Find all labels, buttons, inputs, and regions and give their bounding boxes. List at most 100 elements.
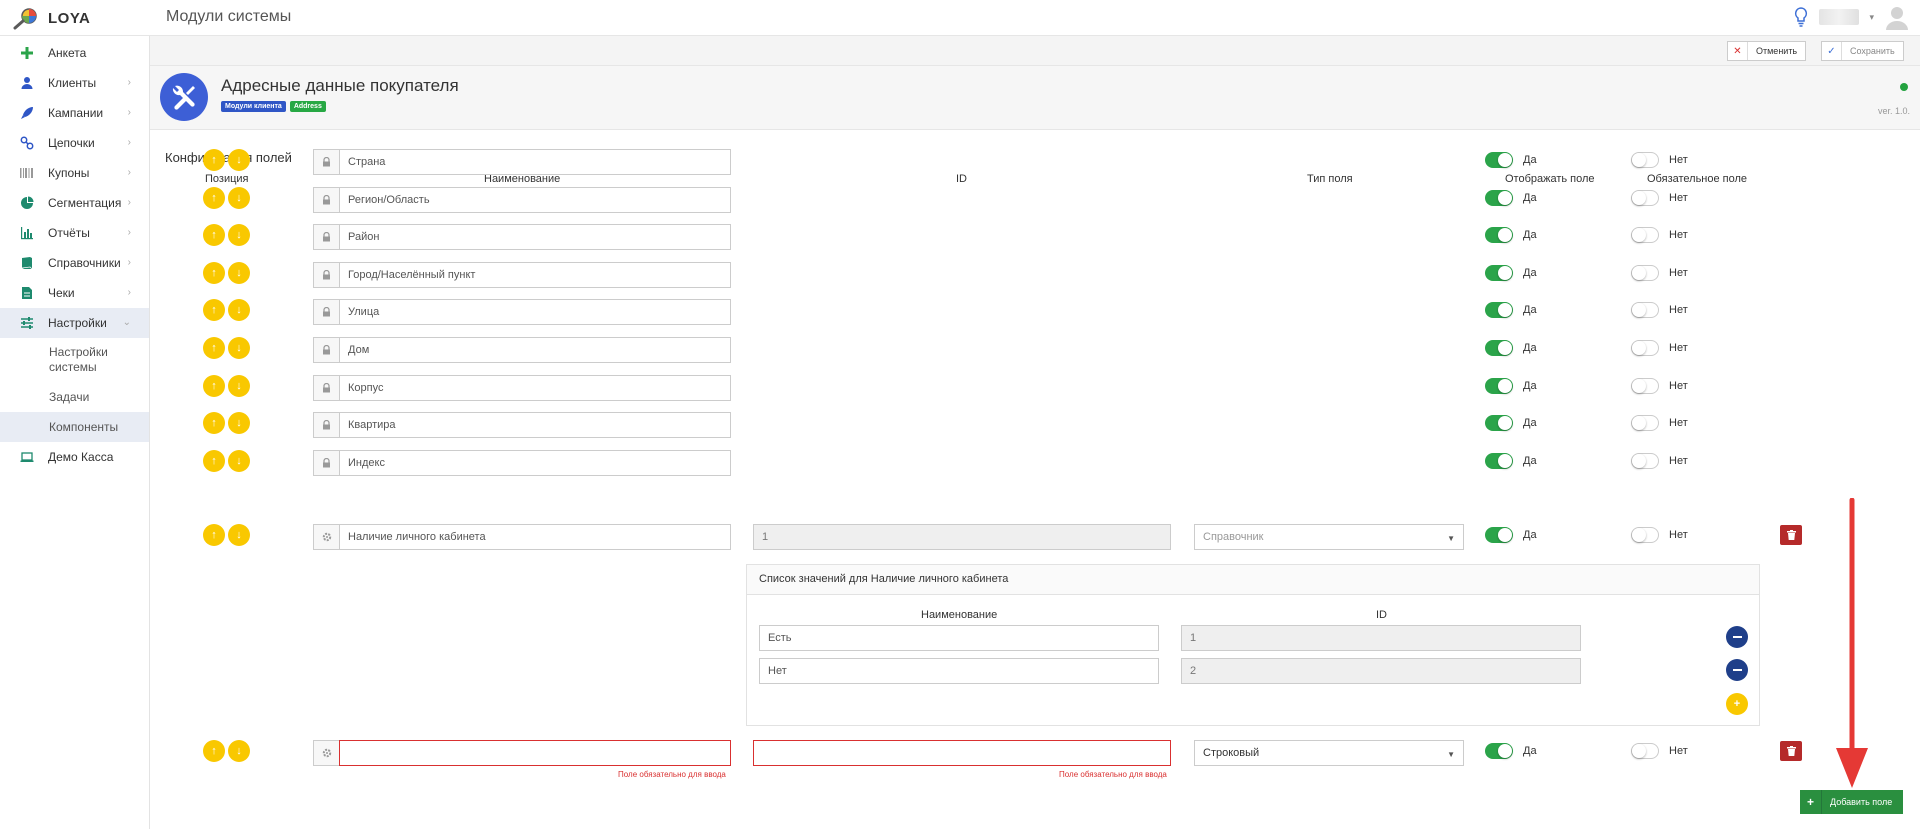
user-icon (20, 76, 34, 90)
move-up-button[interactable]: ↑ (203, 186, 225, 209)
sidebar-item-receipts[interactable]: Чеки › (0, 278, 149, 308)
display-toggle[interactable] (1485, 302, 1513, 319)
required-toggle[interactable] (1631, 452, 1659, 469)
field-name-input[interactable]: Район (339, 224, 731, 251)
new-field-type-select[interactable]: Строковый ▼ (1194, 740, 1464, 766)
position-buttons: ↑ ↓ (203, 337, 250, 359)
sidebar-item-coupons[interactable]: Купоны › (0, 158, 149, 188)
sidebar-subitem-components[interactable]: Компоненты (0, 412, 149, 442)
sidebar-item-directories[interactable]: Справочники › (0, 248, 149, 278)
lightbulb-icon[interactable] (1793, 6, 1809, 28)
required-toggle[interactable] (1631, 527, 1659, 543)
display-toggle[interactable] (1485, 189, 1513, 206)
sidebar-item-chains[interactable]: Цепочки › (0, 128, 149, 158)
move-up-button[interactable]: ↑ (203, 261, 225, 284)
field-name-input[interactable]: Страна (339, 149, 731, 175)
display-toggle[interactable] (1485, 415, 1513, 432)
add-field-button[interactable]: + Добавить поле (1800, 790, 1903, 814)
move-down-button[interactable]: ↓ (228, 449, 250, 472)
move-up-button[interactable]: ↑ (203, 524, 225, 546)
sidebar-item-label: Чеки (48, 286, 75, 300)
display-toggle[interactable] (1485, 264, 1513, 281)
new-field-id-input[interactable] (753, 740, 1171, 766)
sidebar-item-segmentation[interactable]: Сегментация › (0, 188, 149, 218)
move-down-button[interactable]: ↓ (228, 337, 250, 359)
move-down-button[interactable]: ↓ (228, 261, 250, 284)
new-field-name-input[interactable] (339, 740, 731, 766)
field-name-input[interactable]: Дом (339, 337, 731, 363)
display-toggle[interactable] (1485, 227, 1513, 244)
field-name-input[interactable]: Наличие личного кабинета (339, 524, 731, 550)
field-name-input[interactable]: Улица (339, 299, 731, 326)
remove-value-button[interactable] (1726, 659, 1748, 681)
logo[interactable]: LOYA (12, 6, 90, 30)
display-toggle[interactable] (1485, 340, 1513, 356)
field-name-group: Регион/Область (313, 186, 731, 213)
move-down-button[interactable]: ↓ (228, 224, 250, 247)
move-up-button[interactable]: ↑ (203, 299, 225, 322)
required-toggle[interactable] (1631, 302, 1659, 319)
user-name-blurred[interactable] (1819, 9, 1860, 25)
value-name-input[interactable]: Нет (759, 658, 1159, 684)
move-down-button[interactable]: ↓ (228, 186, 250, 209)
required-toggle[interactable] (1631, 264, 1659, 281)
field-name-input[interactable]: Город/Населённый пункт (339, 261, 731, 288)
field-name-input[interactable]: Квартира (339, 412, 731, 439)
move-up-button[interactable]: ↑ (203, 224, 225, 247)
move-up-button[interactable]: ↑ (203, 740, 225, 762)
sidebar-subitem-tasks[interactable]: Задачи (0, 382, 149, 412)
required-toggle[interactable] (1631, 743, 1659, 759)
move-down-button[interactable]: ↓ (228, 412, 250, 435)
sidebar-item-settings[interactable]: Настройки ⌄ (0, 308, 149, 338)
delete-field-button[interactable] (1780, 525, 1802, 545)
required-toggle[interactable] (1631, 227, 1659, 244)
move-down-button[interactable]: ↓ (228, 524, 250, 546)
field-name-input[interactable]: Индекс (339, 449, 731, 476)
move-down-button[interactable]: ↓ (228, 374, 250, 397)
move-down-button[interactable]: ↓ (228, 149, 250, 171)
sidebar-item-clients[interactable]: Клиенты › (0, 68, 149, 98)
display-toggle[interactable] (1485, 377, 1513, 394)
move-up-button[interactable]: ↑ (203, 337, 225, 359)
save-button[interactable]: ✓ Сохранить (1821, 41, 1904, 61)
required-toggle-label: Нет (1669, 454, 1688, 467)
display-toggle[interactable] (1485, 152, 1513, 168)
sidebar-item-anketa[interactable]: Анкета (0, 38, 149, 68)
move-down-button[interactable]: ↓ (228, 299, 250, 322)
required-toggle-label: Нет (1669, 342, 1688, 354)
move-down-button[interactable]: ↓ (228, 740, 250, 762)
sidebar-item-campaigns[interactable]: Кампании › (0, 98, 149, 128)
required-toggle[interactable] (1631, 189, 1659, 206)
display-toggle[interactable] (1485, 527, 1513, 543)
delete-field-button[interactable] (1780, 741, 1802, 761)
field-id-input[interactable]: 1 (753, 524, 1171, 550)
cancel-button[interactable]: ✕ Отменить (1727, 41, 1807, 61)
move-up-button[interactable]: ↑ (203, 149, 225, 171)
value-name-input[interactable]: Есть (759, 625, 1159, 651)
value-id-input[interactable]: 2 (1181, 658, 1581, 684)
field-name-input[interactable]: Регион/Область (339, 186, 731, 213)
required-toggle[interactable] (1631, 340, 1659, 356)
avatar[interactable] (1884, 4, 1910, 30)
sidebar-item-reports[interactable]: Отчёты › (0, 218, 149, 248)
value-id-input[interactable]: 1 (1181, 625, 1581, 651)
move-up-button[interactable]: ↑ (203, 374, 225, 397)
field-name-input[interactable]: Корпус (339, 374, 731, 401)
sidebar-item-label: Справочники (48, 256, 121, 270)
field-type-select[interactable]: Справочник ▼ (1194, 524, 1464, 550)
sidebar-item-demo-cash[interactable]: Демо Касса (0, 442, 149, 472)
required-toggle-label: Нет (1669, 154, 1688, 166)
move-up-button[interactable]: ↑ (203, 412, 225, 435)
display-toggle[interactable] (1485, 743, 1513, 759)
add-value-button[interactable]: + (1726, 693, 1748, 715)
display-toggle[interactable] (1485, 452, 1513, 469)
remove-value-button[interactable] (1726, 626, 1748, 648)
required-toggle[interactable] (1631, 152, 1659, 168)
user-menu-caret-icon[interactable]: ▾ (1869, 12, 1874, 23)
chevron-down-icon: ⌄ (122, 317, 131, 328)
required-toggle[interactable] (1631, 415, 1659, 432)
required-toggle[interactable] (1631, 377, 1659, 394)
sidebar-subitem-system-settings[interactable]: Настройки системы (0, 338, 159, 382)
move-up-button[interactable]: ↑ (203, 449, 225, 472)
display-toggle-label: Да (1523, 529, 1537, 541)
